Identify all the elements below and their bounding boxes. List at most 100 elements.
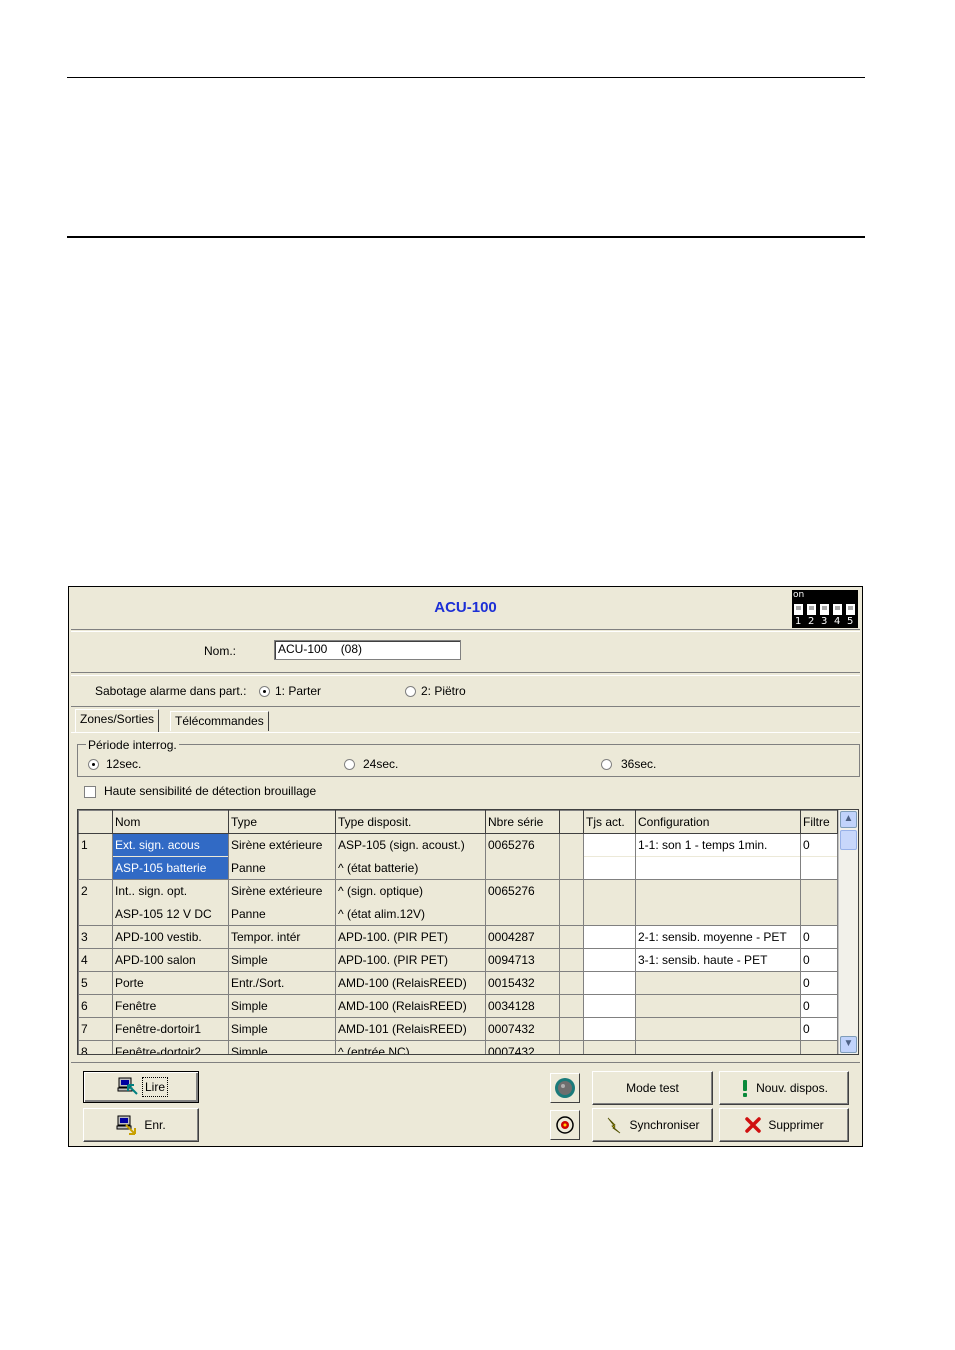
tab-zones-outputs[interactable]: Zones/Sorties xyxy=(75,709,160,733)
table-cell[interactable]: APD-100. (PIR PET) xyxy=(335,948,486,972)
table-cell[interactable]: Fenêtre xyxy=(112,994,229,1018)
table-cell[interactable] xyxy=(583,948,636,972)
table-row[interactable]: ASP-105 batterie Panne ^ (état batterie) xyxy=(78,856,838,880)
read-button[interactable]: Lire xyxy=(83,1071,199,1103)
table-cell[interactable]: 0065276 xyxy=(485,879,560,903)
polling-option-36-label[interactable]: 36sec. xyxy=(621,757,656,771)
table-cell[interactable]: 0065276 xyxy=(485,833,560,857)
col-header-name[interactable]: Nom xyxy=(112,810,229,834)
table-cell[interactable]: APD-100 salon xyxy=(112,948,229,972)
table-cell[interactable] xyxy=(485,902,560,926)
table-cell[interactable] xyxy=(583,925,636,949)
table-cell[interactable]: ^ (état batterie) xyxy=(335,856,486,880)
table-cell[interactable]: 0 xyxy=(800,1017,838,1041)
table-cell[interactable]: ^ (sign. optique) xyxy=(335,879,486,903)
table-cell[interactable] xyxy=(559,971,584,995)
table-cell[interactable]: Simple xyxy=(228,1040,336,1054)
table-cell[interactable]: AMD-100 (RelaisREED) xyxy=(335,994,486,1018)
table-cell[interactable]: ASP-105 (sign. acoust.) xyxy=(335,833,486,857)
col-header-always-active[interactable]: Tjs act. xyxy=(583,810,636,834)
table-cell[interactable]: Fenêtre-dortoir2 xyxy=(112,1040,229,1054)
tamper-radio-2[interactable] xyxy=(405,686,416,697)
radio-signal-button[interactable] xyxy=(550,1110,580,1140)
col-header-serial[interactable]: Nbre série xyxy=(485,810,560,834)
tab-remote-controls[interactable]: Télécommandes xyxy=(170,711,269,731)
delete-button[interactable]: Supprimer xyxy=(719,1108,849,1142)
table-row[interactable]: 6 Fenêtre Simple AMD-100 (RelaisREED) 003412… xyxy=(78,994,838,1018)
table-cell[interactable] xyxy=(583,1040,636,1054)
table-cell[interactable] xyxy=(559,1040,584,1054)
table-cell[interactable]: ASP-105 12 V DC xyxy=(112,902,229,926)
table-cell[interactable] xyxy=(559,994,584,1018)
table-row[interactable]: 5 Porte Entr./Sort. AMD-100 (RelaisREED) 001… xyxy=(78,971,838,995)
table-row[interactable]: 4 APD-100 salon Simple APD-100. (PIR PET) 00… xyxy=(78,948,838,972)
table-cell[interactable]: 0 xyxy=(800,971,838,995)
tamper-radio-1[interactable] xyxy=(259,686,270,697)
table-cell[interactable]: Fenêtre-dortoir1 xyxy=(112,1017,229,1041)
table-cell[interactable]: APD-100 vestib. xyxy=(112,925,229,949)
table-cell[interactable]: ASP-105 batterie xyxy=(112,856,229,880)
table-row[interactable]: 8 Fenêtre-dortoir2 Simple ^ (entrée NC) 0007… xyxy=(78,1040,838,1054)
table-cell[interactable] xyxy=(583,856,636,880)
table-cell[interactable] xyxy=(559,856,584,880)
table-row[interactable]: ASP-105 12 V DC Panne ^ (état alim.12V) xyxy=(78,902,838,926)
jamming-checkbox-label[interactable]: Haute sensibilité de détection brouillag… xyxy=(104,784,316,798)
polling-radio-12[interactable] xyxy=(88,759,99,770)
polling-option-12-label[interactable]: 12sec. xyxy=(106,757,141,771)
table-cell[interactable]: 0 xyxy=(800,833,838,857)
jamming-checkbox[interactable] xyxy=(84,786,96,798)
polling-radio-36[interactable] xyxy=(601,759,612,770)
scroll-up-icon[interactable]: ▲ xyxy=(840,811,857,828)
table-cell[interactable]: Int.. sign. opt. xyxy=(112,879,229,903)
table-cell[interactable] xyxy=(583,902,636,926)
table-row[interactable]: 3 APD-100 vestib. Tempor. intér APD-100. (P… xyxy=(78,925,838,949)
table-cell[interactable] xyxy=(635,879,801,903)
table-cell[interactable] xyxy=(800,856,838,880)
table-cell[interactable]: 0004287 xyxy=(485,925,560,949)
table-cell[interactable]: 2-1: sensib. moyenne - PET xyxy=(635,925,801,949)
status-led-button[interactable] xyxy=(550,1073,580,1103)
new-device-button[interactable]: Nouv. dispos. xyxy=(719,1071,849,1105)
table-cell[interactable]: Entr./Sort. xyxy=(228,971,336,995)
table-cell[interactable]: Panne xyxy=(228,902,336,926)
tamper-option-2-label[interactable]: 2: Piëtro xyxy=(421,684,466,698)
col-header-filter[interactable]: Filtre xyxy=(800,810,838,834)
table-cell[interactable] xyxy=(800,879,838,903)
col-header-configuration[interactable]: Configuration xyxy=(635,810,801,834)
table-cell[interactable] xyxy=(583,994,636,1018)
table-cell[interactable] xyxy=(583,879,636,903)
table-cell[interactable] xyxy=(800,1040,838,1054)
table-cell[interactable] xyxy=(635,902,801,926)
table-cell[interactable] xyxy=(635,994,801,1018)
table-cell[interactable]: 0 xyxy=(800,994,838,1018)
table-cell[interactable]: Sirène extérieure xyxy=(228,879,336,903)
table-cell[interactable] xyxy=(559,1017,584,1041)
table-cell[interactable]: 1-1: son 1 - temps 1min. xyxy=(635,833,801,857)
table-cell[interactable]: Tempor. intér xyxy=(228,925,336,949)
table-cell[interactable]: AMD-101 (RelaisREED) xyxy=(335,1017,486,1041)
table-cell[interactable] xyxy=(635,1040,801,1054)
table-cell[interactable] xyxy=(635,856,801,880)
test-mode-button[interactable]: Mode test xyxy=(592,1071,713,1105)
table-cell[interactable]: 0 xyxy=(800,925,838,949)
table-cell[interactable]: 0015432 xyxy=(485,971,560,995)
table-cell[interactable] xyxy=(800,902,838,926)
table-cell[interactable]: AMD-100 (RelaisREED) xyxy=(335,971,486,995)
table-cell[interactable]: Panne xyxy=(228,856,336,880)
table-cell[interactable] xyxy=(635,1017,801,1041)
polling-option-24-label[interactable]: 24sec. xyxy=(363,757,398,771)
table-cell[interactable]: APD-100. (PIR PET) xyxy=(335,925,486,949)
scroll-thumb[interactable] xyxy=(840,830,857,850)
table-cell[interactable]: 3-1: sensib. haute - PET xyxy=(635,948,801,972)
table-cell[interactable]: 0034128 xyxy=(485,994,560,1018)
table-cell[interactable]: Sirène extérieure xyxy=(228,833,336,857)
synchronize-button[interactable]: Synchroniser xyxy=(592,1108,713,1142)
table-cell[interactable]: Simple xyxy=(228,1017,336,1041)
table-row[interactable]: 1 Ext. sign. acous Sirène extérieure ASP-10… xyxy=(78,833,838,857)
table-cell[interactable] xyxy=(559,948,584,972)
table-cell[interactable]: ^ (état alim.12V) xyxy=(335,902,486,926)
table-cell[interactable] xyxy=(583,971,636,995)
name-input[interactable]: ACU-100 (08) xyxy=(274,640,461,660)
table-cell[interactable] xyxy=(559,833,584,857)
polling-radio-24[interactable] xyxy=(344,759,355,770)
